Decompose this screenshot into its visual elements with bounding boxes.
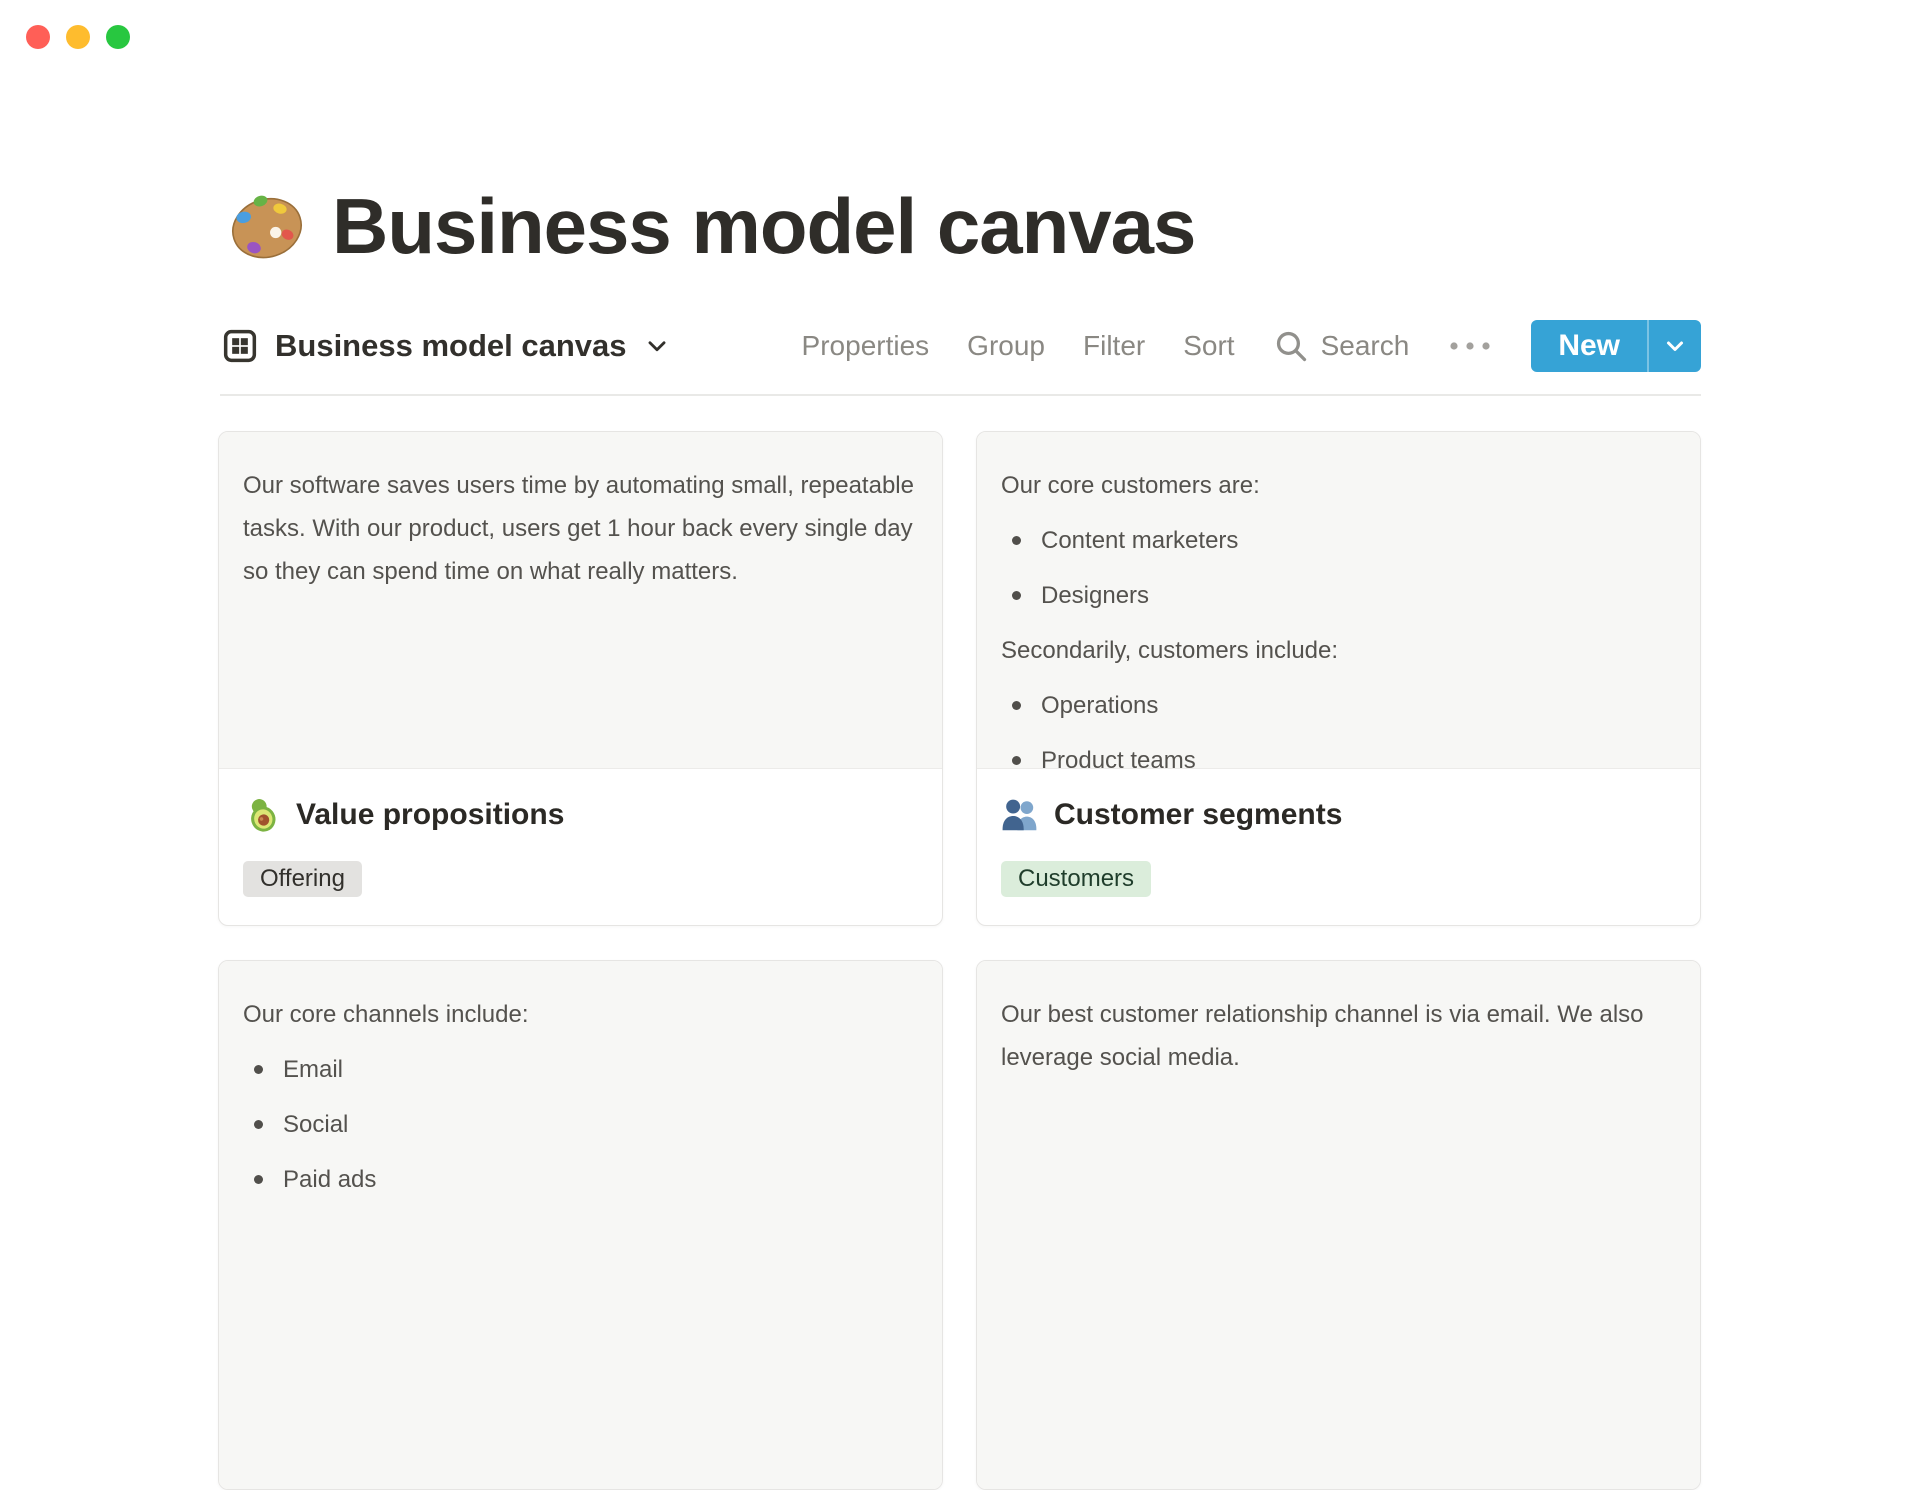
view-name: Business model canvas (275, 328, 627, 363)
card-title: Customer segments (1054, 798, 1343, 831)
new-record-split-button: New (1531, 320, 1701, 372)
window-controls (26, 25, 130, 49)
preview-paragraph: Our core customers are: (1001, 472, 1260, 499)
preview-bullet-item: Paid ads (243, 1158, 920, 1201)
avocado-emoji (243, 796, 281, 834)
preview-bullet-item: Social (243, 1103, 920, 1146)
toolbar-actions: Properties Group Filter Sort Search New (802, 320, 1701, 372)
preview-bullet-item: Operations (1001, 684, 1678, 727)
card-preview: Our software saves users time by automat… (219, 432, 942, 769)
card-value-propositions[interactable]: Our software saves users time by automat… (218, 431, 943, 926)
card-preview: Our core customers are: Content marketer… (977, 432, 1700, 769)
new-button[interactable]: New (1531, 320, 1647, 372)
chevron-down-icon (1667, 341, 1683, 351)
search-button[interactable]: Search (1273, 328, 1410, 364)
chevron-down-icon (648, 341, 665, 352)
preview-bullet-item: Email (243, 1048, 920, 1091)
sort-button[interactable]: Sort (1183, 330, 1234, 362)
preview-paragraph: Secondarily, customers include: (1001, 637, 1339, 664)
view-selector[interactable]: Business model canvas (220, 326, 670, 366)
palette-emoji[interactable] (228, 187, 306, 265)
preview-bullet-item: Content marketers (1001, 519, 1678, 562)
search-icon (1276, 331, 1306, 362)
group-button[interactable]: Group (967, 330, 1045, 362)
close-window-button[interactable] (26, 25, 50, 49)
page-header: Business model canvas (228, 181, 1196, 272)
card-customer-relationships[interactable]: Our best customer relationship channel i… (976, 960, 1701, 1490)
filter-button[interactable]: Filter (1083, 330, 1145, 362)
tag-offering: Offering (243, 861, 362, 897)
card-title: Value propositions (296, 798, 565, 831)
app-window: Business model canvas Business model can… (0, 0, 1920, 1490)
page-title[interactable]: Business model canvas (332, 181, 1196, 272)
people-emoji (1001, 796, 1039, 834)
toolbar-divider (220, 394, 1701, 396)
gallery-view: Our software saves users time by automat… (218, 431, 1701, 1490)
zoom-window-button[interactable] (106, 25, 130, 49)
preview-bullet-item: Product teams (1001, 739, 1678, 768)
card-customer-segments[interactable]: Our core customers are: Content marketer… (976, 431, 1701, 926)
preview-bullet-item: Designers (1001, 574, 1678, 617)
gallery-grid-icon (223, 329, 257, 363)
card-preview: Our core channels include: Email Social … (219, 961, 942, 1489)
card-footer: Customer segments Customers (977, 769, 1700, 897)
tag-customers: Customers (1001, 861, 1152, 897)
card-footer: Value propositions Offering (219, 769, 942, 897)
ellipsis-icon[interactable] (1447, 340, 1493, 352)
preview-paragraph: Our core channels include: (243, 1001, 529, 1028)
card-channels[interactable]: Our core channels include: Email Social … (218, 960, 943, 1490)
preview-paragraph: Our best customer relationship channel i… (1001, 1001, 1644, 1071)
database-toolbar: Business model canvas Properties Group F… (220, 320, 1701, 372)
properties-button[interactable]: Properties (802, 330, 930, 362)
new-button-dropdown[interactable] (1649, 320, 1701, 372)
minimize-window-button[interactable] (66, 25, 90, 49)
preview-paragraph: Our software saves users time by automat… (243, 472, 914, 585)
card-preview: Our best customer relationship channel i… (977, 961, 1700, 1489)
search-label: Search (1320, 330, 1410, 361)
